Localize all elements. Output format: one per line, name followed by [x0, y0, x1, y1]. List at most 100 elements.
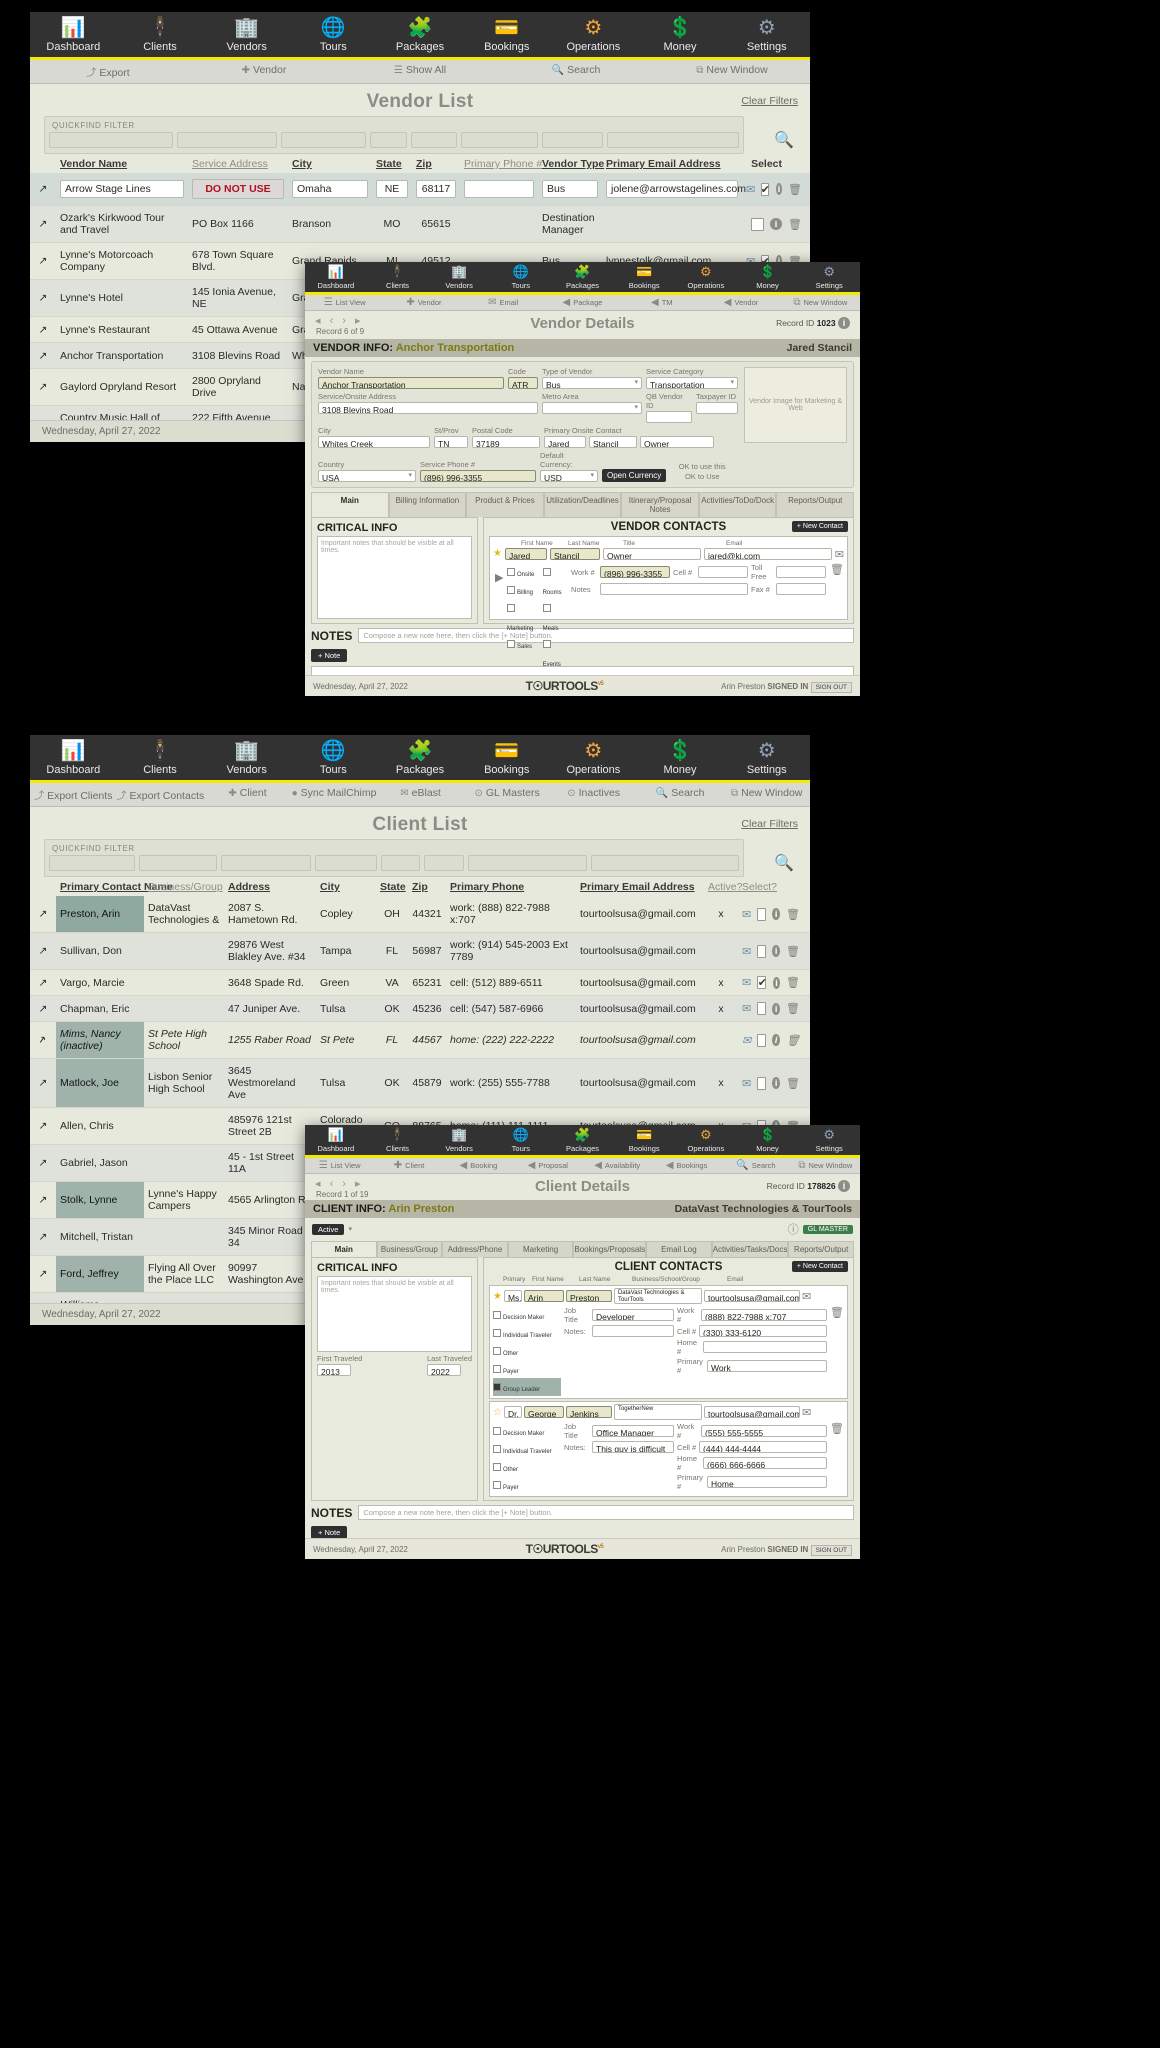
note-compose-input[interactable]: Compose a new note here, then click the …: [358, 1505, 854, 1520]
filter-state[interactable]: [369, 132, 408, 148]
cc0-cell-input[interactable]: (330) 333-6120: [699, 1325, 828, 1337]
select-checkbox[interactable]: [757, 1033, 767, 1047]
vc-fax-input[interactable]: [776, 583, 827, 595]
cc0-notes-input[interactable]: [592, 1325, 675, 1337]
column-header-zip[interactable]: Zip: [412, 154, 460, 173]
cell-primary-contact-name[interactable]: Mims, Nancy (inactive): [56, 1021, 144, 1059]
subbar-item-client[interactable]: ✚ Client: [204, 783, 291, 806]
info-icon[interactable]: ⓘ: [788, 1221, 799, 1237]
state-input[interactable]: TN: [434, 436, 468, 448]
cc0-role-payer-check[interactable]: [493, 1365, 501, 1373]
cell-phone[interactable]: [460, 173, 538, 206]
cc1-primary-select[interactable]: Home: [707, 1476, 828, 1488]
nav-item-vendors[interactable]: 🏢 Vendors: [428, 262, 490, 292]
search-icon[interactable]: 🔍: [774, 130, 794, 150]
vendor-image-placeholder[interactable]: Vendor Image for Marketing & Web: [744, 367, 847, 443]
cc1-email[interactable]: tourtoolsusa@gmail.com: [703, 1406, 800, 1418]
email-send-icon[interactable]: ✉: [802, 1290, 811, 1303]
cc1-role-payer-check[interactable]: [493, 1481, 501, 1489]
role-rooms-check[interactable]: [542, 568, 551, 576]
cell-input-vendor-type[interactable]: Bus: [542, 180, 598, 198]
nav-item-dashboard[interactable]: 📊 Dashboard: [30, 12, 117, 57]
select-checkbox[interactable]: [757, 1002, 767, 1015]
cc1-last[interactable]: Jenkins: [565, 1406, 612, 1418]
nav-item-money[interactable]: 💲 Money: [637, 735, 724, 780]
subbar-item-list-view[interactable]: ☰ List View: [305, 1158, 374, 1173]
filter-zip[interactable]: [424, 855, 464, 871]
filter-state[interactable]: [381, 855, 421, 871]
nav-item-tours[interactable]: 🌐 Tours: [290, 735, 377, 780]
cc1-job-input[interactable]: Office Manager: [592, 1425, 675, 1437]
nav-item-dashboard[interactable]: 📊 Dashboard: [305, 1125, 367, 1155]
email-send-icon[interactable]: ✉: [802, 1406, 811, 1419]
nav-item-bookings[interactable]: 💳 Bookings: [463, 12, 550, 57]
nav-item-packages[interactable]: 🧩 Packages: [552, 262, 614, 292]
cell-primary-contact-name[interactable]: Ford, Jeffrey: [56, 1255, 144, 1293]
contact-title-input[interactable]: Owner: [640, 436, 714, 448]
delete-icon[interactable]: 🗑: [788, 218, 802, 231]
subbar-item-export-contacts[interactable]: ⤴ Export Contacts: [117, 783, 205, 806]
cc1-home-input[interactable]: (666) 666-6666: [703, 1457, 828, 1469]
sign-out-button[interactable]: SIGN OUT: [810, 1544, 852, 1556]
cc0-job-input[interactable]: Developer: [592, 1309, 675, 1321]
currency-select[interactable]: USD: [540, 470, 598, 482]
nav-item-dashboard[interactable]: 📊 Dashboard: [30, 735, 117, 780]
taxpayer-id-input[interactable]: [696, 402, 738, 414]
critical-info-textarea[interactable]: Important notes that should be visible a…: [317, 536, 472, 619]
subbar-item-inactives[interactable]: ⊙ Inactives: [550, 783, 637, 806]
cell-email[interactable]: jolene@arrowstagelines.com: [602, 173, 746, 206]
column-header-business-group[interactable]: Business/Group: [144, 877, 224, 896]
cc0-role-group-leader-check[interactable]: [493, 1383, 501, 1391]
nav-item-tours[interactable]: 🌐 Tours: [490, 262, 552, 292]
filter-city[interactable]: [314, 855, 378, 871]
column-header-address[interactable]: Address: [224, 877, 316, 896]
delete-contact-icon[interactable]: 🗑: [830, 1422, 844, 1494]
cell-primary-contact-name[interactable]: Allen, Chris: [56, 1107, 144, 1145]
delete-icon[interactable]: 🗑: [786, 1077, 800, 1090]
cell-input-city[interactable]: Omaha: [292, 180, 368, 198]
cc0-salutation[interactable]: Ms.: [503, 1290, 522, 1302]
info-icon[interactable]: i: [772, 945, 781, 957]
cc0-first[interactable]: Arin: [523, 1290, 564, 1302]
select-checkbox[interactable]: [757, 944, 767, 958]
cc0-primary-select[interactable]: Work: [707, 1360, 828, 1372]
vc-title-input[interactable]: Owner: [602, 548, 701, 560]
row-arrow-icon[interactable]: ↖: [30, 1218, 56, 1256]
tab-reports-output[interactable]: Reports/Output: [788, 1241, 854, 1257]
info-icon[interactable]: i: [772, 976, 781, 989]
delete-icon[interactable]: 🗑: [786, 976, 800, 989]
cc1-salutation[interactable]: Dr.: [503, 1406, 522, 1418]
nav-item-clients[interactable]: 🕴 Clients: [367, 1125, 429, 1155]
tab-email-log[interactable]: Email Log: [646, 1241, 712, 1257]
delete-icon[interactable]: 🗑: [788, 183, 802, 196]
cell-primary-contact-name[interactable]: Mitchell, Tristan: [56, 1218, 144, 1256]
cell-service-address[interactable]: DO NOT USE: [188, 173, 288, 206]
info-icon[interactable]: i: [772, 1077, 781, 1089]
cc1-cell-input[interactable]: (444) 444-4444: [699, 1441, 828, 1453]
column-header-select-[interactable]: Select?: [738, 877, 810, 896]
info-icon[interactable]: i: [770, 218, 783, 230]
table-row[interactable]: ↖ Ozark's Kirkwood Tour and Travel PO Box …: [30, 205, 810, 243]
cell-input-service-address[interactable]: DO NOT USE: [192, 179, 284, 199]
subbar-item-gl-masters[interactable]: ⊙ GL Masters: [464, 783, 551, 806]
contact-last-input[interactable]: Stancil: [589, 436, 637, 448]
column-header-city[interactable]: City: [288, 154, 372, 173]
cell-input-email[interactable]: jolene@arrowstagelines.com: [606, 180, 746, 198]
primary-star-icon[interactable]: ☆: [493, 1407, 502, 1418]
nav-item-packages[interactable]: 🧩 Packages: [377, 12, 464, 57]
critical-info-textarea[interactable]: Important notes that should be visible a…: [317, 1276, 472, 1352]
row-arrow-icon[interactable]: ↖: [30, 316, 56, 343]
table-row[interactable]: ↖ Preston, Arin DataVast Technologies & 208…: [30, 896, 810, 933]
subbar-item-export[interactable]: ⤴ Export: [30, 60, 186, 83]
email-icon[interactable]: ✉: [742, 1002, 751, 1015]
cc0-work-input[interactable]: (888) 822-7988 x:707: [701, 1309, 828, 1321]
subbar-item-vendor[interactable]: ✚ Vendor: [186, 60, 342, 83]
email-icon[interactable]: ✉: [742, 945, 751, 958]
expand-icon[interactable]: ▶: [495, 571, 503, 584]
country-select[interactable]: USA: [318, 470, 416, 482]
table-row[interactable]: ↖ Vargo, Marcie 3648 Spade Rd. Green VA 65231…: [30, 969, 810, 996]
subbar-item-proposal[interactable]: ◀ Proposal: [513, 1158, 582, 1173]
subbar-item-search[interactable]: 🔍 Search: [637, 783, 724, 806]
row-arrow-icon[interactable]: ↖: [30, 969, 56, 996]
vc-notes-input[interactable]: [600, 583, 749, 595]
